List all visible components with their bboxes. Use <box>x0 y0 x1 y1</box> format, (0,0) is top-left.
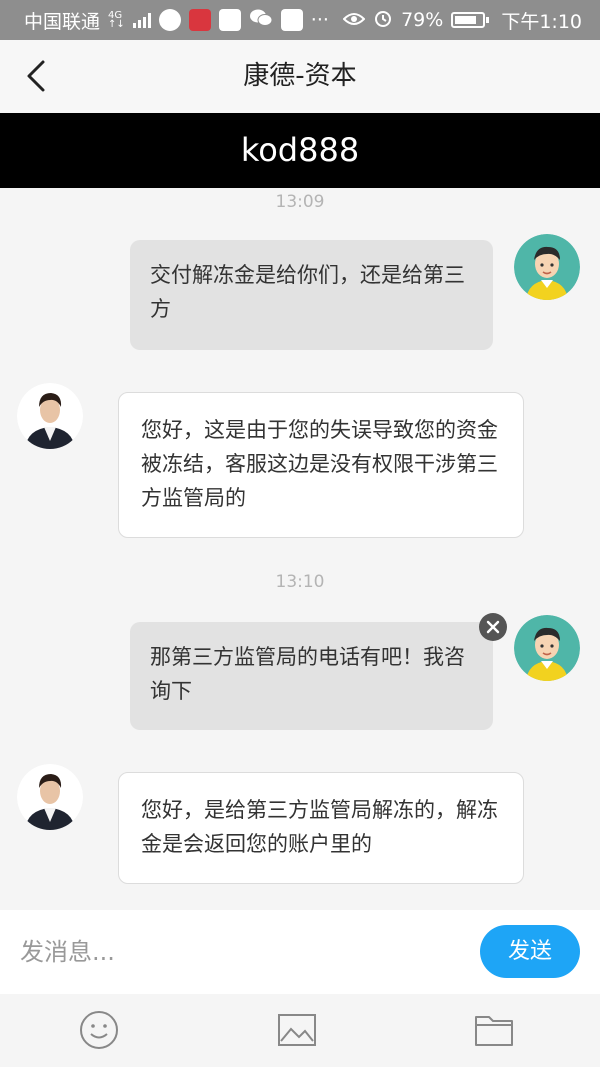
avatar-self[interactable] <box>514 234 580 300</box>
eye-icon <box>342 9 366 31</box>
message-text: 交付解冻金是给你们，还是给第三方 <box>150 263 465 321</box>
agent-avatar-icon <box>17 764 83 830</box>
folder-icon <box>475 1016 513 1046</box>
emoji-button[interactable] <box>77 1008 121 1052</box>
user-avatar-icon <box>514 234 580 300</box>
video-app-icon <box>280 9 303 31</box>
send-button[interactable]: 发送 <box>480 925 580 978</box>
message-input[interactable] <box>20 926 460 978</box>
attachment-toolbar <box>0 994 600 1067</box>
user-avatar-icon <box>514 615 580 681</box>
alarm-icon <box>373 8 393 33</box>
message-bubble-sent[interactable]: 那第三方监管局的电话有吧！我咨询下 <box>130 622 493 730</box>
wechat-icon <box>249 8 273 33</box>
file-button[interactable] <box>472 1008 516 1052</box>
image-icon <box>278 1014 316 1046</box>
timestamp: 13:09 <box>275 192 325 212</box>
app-icon <box>158 9 181 31</box>
carrier-label: 中国联通 <box>24 10 101 33</box>
back-button[interactable] <box>14 54 58 98</box>
chat-area[interactable]: 13:09 交付解冻金是给你们，还是给第三方 您好，这是由于您的失误导致您的资金… <box>0 188 600 910</box>
agent-avatar-icon <box>17 383 83 449</box>
message-bubble-received[interactable]: 您好，这是由于您的失误导致您的资金被冻结，客服这边是没有权限干涉第三方监管局的 <box>118 392 524 538</box>
signal-icon <box>132 12 151 28</box>
input-bar: 发送 <box>0 910 600 994</box>
message-bubble-received[interactable]: 您好，是给第三方监管局解冻的，解冻金是会返回您的账户里的 <box>118 772 524 884</box>
nav-bar: 康德-资本 <box>0 40 600 113</box>
more-icon: ··· <box>310 9 329 31</box>
message-bubble-sent[interactable]: 交付解冻金是给你们，还是给第三方 <box>130 240 493 350</box>
status-right: 79% 下午1:10 <box>342 7 582 34</box>
delete-message-button[interactable] <box>479 613 507 641</box>
page-title: 康德-资本 <box>243 61 357 91</box>
network-type: 4G ↑↓ <box>108 10 125 30</box>
message-text: 您好，这是由于您的失误导致您的资金被冻结，客服这边是没有权限干涉第三方监管局的 <box>141 418 498 510</box>
avatar-self[interactable] <box>514 615 580 681</box>
chevron-left-icon <box>27 60 45 92</box>
close-icon <box>486 620 500 634</box>
battery-percent: 79% <box>401 9 444 31</box>
clock: 下午1:10 <box>501 10 582 33</box>
status-left: 中国联通 4G ↑↓ ··· <box>24 7 329 34</box>
message-text: 那第三方监管局的电话有吧！我咨询下 <box>150 645 465 703</box>
app-icon <box>218 9 241 31</box>
image-button[interactable] <box>275 1008 319 1052</box>
account-banner: kod888 <box>0 113 600 188</box>
status-bar: 中国联通 4G ↑↓ ··· 79% 下午1:10 <box>0 0 600 40</box>
timestamp: 13:10 <box>275 572 325 592</box>
avatar-agent[interactable] <box>17 764 83 830</box>
app-icon <box>188 9 211 31</box>
message-text: 您好，是给第三方监管局解冻的，解冻金是会返回您的账户里的 <box>141 798 498 856</box>
avatar-agent[interactable] <box>17 383 83 449</box>
emoji-icon <box>80 1011 118 1049</box>
battery-icon <box>451 12 490 28</box>
